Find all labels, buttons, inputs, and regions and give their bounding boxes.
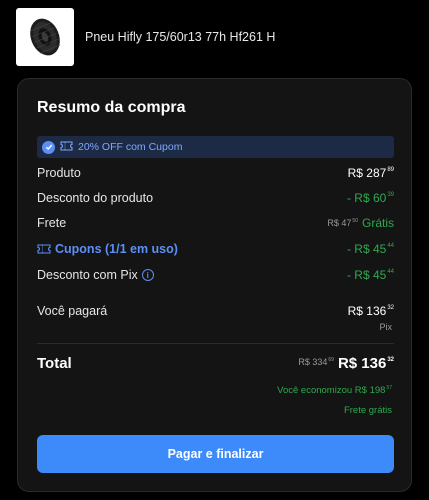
desconto-produto-value: - R$ 60 39 [347, 191, 394, 205]
desconto-produto-int: - R$ 60 [346, 191, 387, 205]
produto-value: R$ 287 89 [348, 166, 394, 180]
total-old-cents: 69 [328, 357, 334, 363]
product-name[interactable]: Pneu Hifly 175/60r13 77h Hf261 H [85, 30, 275, 44]
divider [37, 343, 394, 344]
frete-label: Frete [37, 216, 67, 230]
produto-value-int: R$ 287 [347, 166, 387, 180]
cupons-link[interactable]: Cupons (1/1 em uso) [37, 242, 178, 256]
desconto-produto-label: Desconto do produto [37, 191, 154, 205]
frete-old-cents: 50 [352, 218, 358, 224]
tire-image [30, 18, 61, 56]
total-value: R$ 334 69 R$ 136 32 [298, 355, 394, 372]
row-desconto-pix: Desconto com Pix i - R$ 45 44 [37, 268, 394, 282]
payment-method: Pix [379, 322, 392, 332]
total-label: Total [37, 355, 72, 372]
total-price: R$ 136 32 [338, 355, 394, 372]
row-voce-pagara: Você pagará R$ 136 32 [37, 304, 394, 318]
row-total: Total R$ 334 69 R$ 136 32 [37, 355, 394, 372]
summary-title: Resumo da compra [37, 99, 186, 116]
voce-pagara-value: R$ 136 32 [348, 304, 394, 318]
row-frete: Frete R$ 47 50 Grátis [37, 216, 394, 230]
total-int: R$ 136 [337, 355, 387, 372]
info-icon[interactable]: i [141, 269, 154, 281]
voce-pagara-int: R$ 136 [347, 304, 387, 318]
row-produto: Produto R$ 287 89 [37, 166, 394, 180]
free-shipping-note: Frete grátis [343, 405, 392, 416]
pay-and-finish-button[interactable]: Pagar e finalizar [37, 435, 394, 473]
savings-amount: Você economizou R$ 198 [277, 385, 386, 396]
voce-pagara-label: Você pagará [37, 304, 108, 318]
produto-label: Produto [37, 166, 81, 180]
frete-free-label: Grátis [361, 216, 394, 230]
desconto-pix-cents: 44 [387, 269, 394, 275]
total-old-price: R$ 334 69 [298, 357, 334, 367]
coupon-ticket-icon [37, 244, 51, 254]
voce-pagara-cents: 32 [387, 305, 394, 311]
produto-value-cents: 89 [387, 167, 394, 173]
desconto-produto-cents: 39 [387, 192, 394, 198]
frete-value: R$ 47 50 Grátis [327, 216, 394, 230]
purchase-summary-card: Resumo da compra 20% OFF com Cupom Produ… [17, 78, 412, 492]
cupons-value: - R$ 45 44 [347, 242, 394, 256]
row-desconto-produto: Desconto do produto - R$ 60 39 [37, 191, 394, 205]
row-cupons: Cupons (1/1 em uso) - R$ 45 44 [37, 242, 394, 256]
total-cents: 32 [387, 357, 394, 363]
frete-old-price: R$ 47 50 [327, 218, 358, 228]
savings-cents: 57 [386, 385, 392, 391]
promo-label: 20% OFF com Cupom [78, 141, 183, 153]
desconto-pix-value: - R$ 45 44 [347, 268, 394, 282]
cupons-cents: 44 [387, 243, 394, 249]
savings-text: Você economizou R$ 198 57 [277, 385, 392, 396]
product-header: Pneu Hifly 175/60r13 77h Hf261 H [16, 8, 275, 66]
coupon-promo-banner: 20% OFF com Cupom [37, 136, 394, 158]
total-old-int: R$ 334 [298, 357, 328, 367]
cupons-int: - R$ 45 [346, 242, 387, 256]
desconto-pix-int: - R$ 45 [346, 268, 387, 282]
frete-old-int: R$ 47 [327, 218, 352, 228]
check-circle-icon [42, 140, 55, 154]
desconto-pix-label: Desconto com Pix [37, 268, 138, 282]
coupon-ticket-icon [60, 138, 73, 156]
product-thumbnail[interactable] [16, 8, 74, 66]
cupons-label: Cupons (1/1 em uso) [55, 242, 178, 256]
